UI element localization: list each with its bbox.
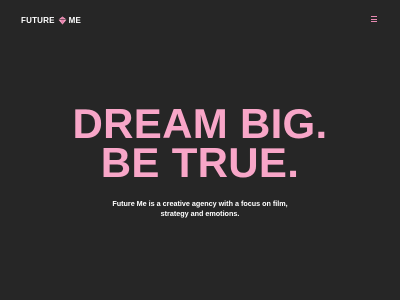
menu-bar bbox=[371, 21, 377, 22]
hero-tagline: Future Me is a creative agency with a fo… bbox=[0, 199, 400, 219]
hamburger-menu-icon[interactable] bbox=[371, 14, 379, 24]
site-header: FUTURE ME bbox=[0, 0, 400, 40]
tagline-line-1: Future Me is a creative agency with a fo… bbox=[112, 199, 288, 208]
tagline-line-2: strategy and emotions. bbox=[160, 209, 240, 218]
logo-text-future: FUTURE bbox=[21, 15, 55, 25]
headline-line-2: BE TRUE. bbox=[100, 139, 300, 186]
hero-headline: DREAM BIG. BE TRUE. bbox=[0, 100, 400, 186]
diamond-gem-icon bbox=[58, 15, 67, 25]
menu-bar bbox=[371, 16, 377, 17]
headline-line-1: DREAM BIG. bbox=[72, 100, 328, 147]
menu-bar bbox=[371, 18, 377, 20]
logo-link[interactable]: FUTURE ME bbox=[21, 14, 81, 26]
logo-text-me: ME bbox=[68, 15, 82, 25]
